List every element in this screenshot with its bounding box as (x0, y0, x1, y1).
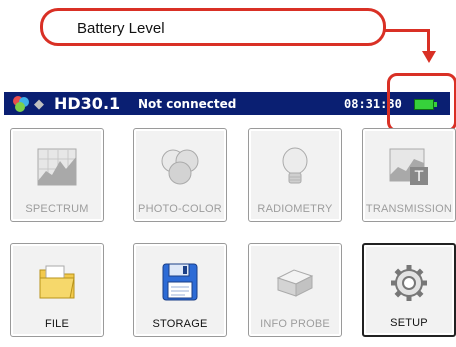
light-bulb-icon (282, 147, 308, 184)
tile-label: INFO PROBE (260, 318, 330, 330)
transmission-chart-icon: T (389, 148, 428, 185)
tile-label: RADIOMETRY (257, 203, 333, 215)
floppy-disk-icon (162, 263, 198, 301)
tile-transmission[interactable]: T TRANSMISSION (362, 128, 456, 222)
battery-highlight-box (387, 73, 456, 132)
tile-info-probe[interactable]: INFO PROBE (248, 243, 342, 337)
tile-label: STORAGE (152, 318, 208, 330)
svg-text:T: T (414, 169, 424, 185)
probe-connector-icon: ◆ (34, 96, 44, 111)
tile-spectrum[interactable]: SPECTRUM (10, 128, 104, 222)
folder-icon (39, 265, 75, 299)
tile-photo-color[interactable]: PHOTO-COLOR (133, 128, 227, 222)
tile-label: PHOTO-COLOR (138, 203, 222, 215)
callout-arrow-horizontal (384, 29, 430, 32)
tile-label: SPECTRUM (25, 203, 89, 215)
battery-level-callout: Battery Level (40, 8, 386, 46)
tile-label: TRANSMISSION (365, 203, 453, 215)
app-logo-icon (13, 96, 29, 112)
tile-storage[interactable]: STORAGE (133, 243, 227, 337)
tile-radiometry[interactable]: RADIOMETRY (248, 128, 342, 222)
spectrum-chart-icon (37, 148, 77, 186)
device-model: HD30.1 (54, 94, 121, 113)
connection-status: Not connected (138, 97, 237, 111)
tile-file[interactable]: FILE (10, 243, 104, 337)
callout-label: Battery Level (77, 20, 165, 37)
probe-box-icon (276, 269, 314, 297)
tile-label: SETUP (390, 317, 428, 329)
color-circles-icon (161, 149, 199, 185)
tile-label: FILE (44, 318, 70, 330)
status-bar: ◆ HD30.1 Not connected 08:31:30 (4, 92, 450, 115)
callout-arrow-head-icon (422, 51, 436, 63)
callout-arrow-vertical (427, 29, 430, 51)
tile-setup[interactable]: SETUP (362, 243, 456, 337)
gear-icon (391, 265, 427, 301)
